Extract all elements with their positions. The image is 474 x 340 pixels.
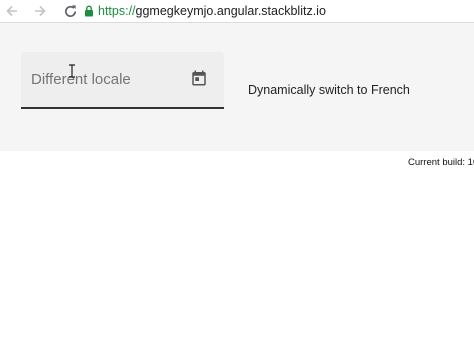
date-field[interactable]	[21, 52, 224, 109]
switch-locale-label[interactable]: Dynamically switch to French	[248, 83, 410, 97]
back-button[interactable]	[0, 0, 24, 22]
browser-toolbar: https://ggmegkeymjo.angular.stackblitz.i…	[0, 0, 474, 23]
url-host: ggmegkeymjo.angular.stackblitz.io	[135, 4, 326, 18]
lock-icon	[85, 5, 93, 17]
demo-panel: Dynamically switch to French	[0, 23, 474, 151]
reload-icon	[64, 4, 76, 17]
url-prefix: https://	[98, 4, 136, 18]
calendar-toggle-button[interactable]	[189, 68, 209, 88]
url-text: https://ggmegkeymjo.angular.stackblitz.i…	[98, 4, 326, 18]
reload-button[interactable]	[58, 0, 82, 22]
address-bar[interactable]: https://ggmegkeymjo.angular.stackblitz.i…	[84, 2, 326, 20]
forward-button[interactable]	[28, 0, 52, 22]
date-input[interactable]	[21, 52, 191, 107]
forward-arrow-icon	[35, 5, 46, 17]
back-arrow-icon	[6, 5, 17, 17]
page-content: Dynamically switch to French Current bui…	[0, 23, 474, 340]
calendar-icon	[192, 70, 206, 86]
build-info: Current build: 10	[408, 157, 474, 168]
